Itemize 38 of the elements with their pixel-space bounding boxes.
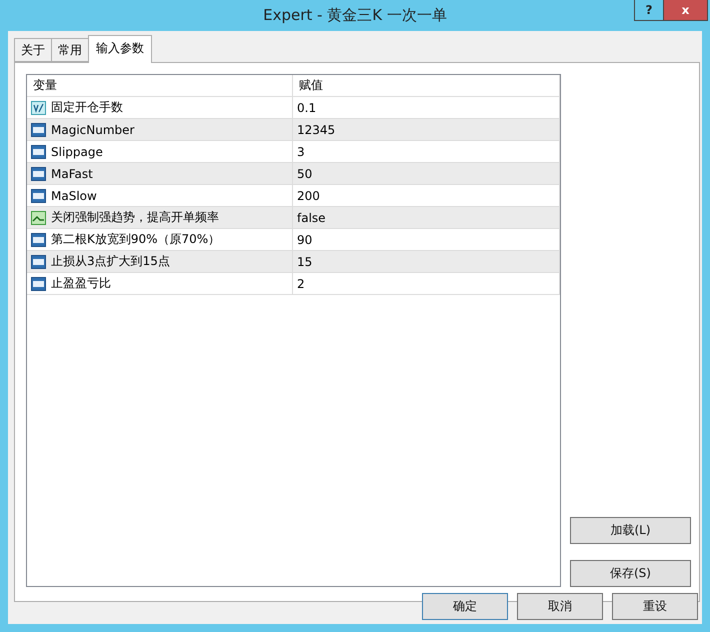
parameter-name: 固定开仓手数 (51, 99, 123, 116)
side-button[interactable]: 加载(L) (570, 517, 691, 544)
number-icon (31, 122, 46, 136)
parameter-value[interactable]: false (297, 210, 326, 224)
help-button[interactable]: ? (634, 0, 664, 21)
parameter-name: 止损从3点扩大到15点 (51, 253, 170, 270)
parameter-value[interactable]: 0.1 (297, 100, 316, 114)
number-icon (31, 166, 46, 180)
number-icon (31, 254, 46, 268)
parameter-name: Slippage (51, 144, 103, 158)
dialog-button[interactable]: 确定 (422, 593, 508, 620)
number-icon (31, 188, 46, 202)
number-icon (31, 232, 46, 246)
parameter-value[interactable]: 2 (297, 276, 305, 290)
tab[interactable]: 常用 (51, 38, 89, 62)
parameter-value[interactable]: 12345 (297, 122, 336, 136)
parameter-name: MaFast (51, 166, 93, 180)
tab[interactable]: 关于 (14, 38, 52, 62)
parameter-value[interactable]: 3 (297, 144, 305, 158)
fraction-icon (31, 100, 46, 114)
side-button[interactable]: 保存(S) (570, 560, 691, 587)
parameter-value[interactable]: 90 (297, 232, 312, 246)
tab[interactable]: 输入参数 (88, 35, 152, 63)
dialog-button[interactable]: 重设 (612, 593, 698, 620)
number-icon (31, 276, 46, 290)
parameter-name: 第二根K放宽到90%（原70%） (51, 231, 220, 248)
close-button[interactable]: x (663, 0, 708, 21)
parameter-name: MagicNumber (51, 122, 134, 136)
parameter-value[interactable]: 15 (297, 254, 312, 268)
parameter-value[interactable]: 200 (297, 188, 320, 202)
dialog-button[interactable]: 取消 (517, 593, 603, 620)
window-title: Expert - 黄金三K 一次一单 (263, 6, 447, 25)
parameter-name: MaSlow (51, 188, 97, 202)
number-icon (31, 144, 46, 158)
parameter-value[interactable]: 50 (297, 166, 312, 180)
parameter-name: 止盈盈亏比 (51, 275, 111, 292)
parameter-name: 关闭强制强趋势，提高开单频率 (51, 209, 219, 226)
toggle-icon (31, 210, 46, 224)
